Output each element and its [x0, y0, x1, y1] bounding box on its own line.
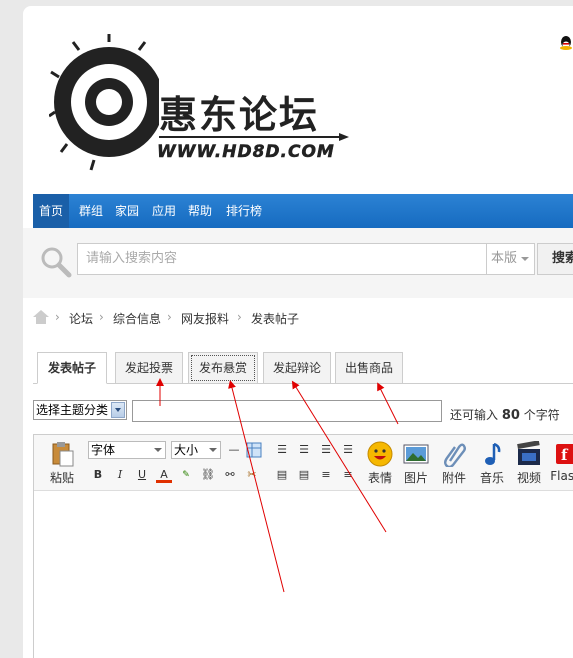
logo-name: 惠东论坛 — [159, 92, 320, 137]
breadcrumb-current: 发表帖子 — [251, 312, 300, 326]
paste-button[interactable]: 粘贴 — [44, 441, 80, 489]
horizontal-rule-icon[interactable]: — — [226, 442, 242, 458]
float-left-icon[interactable]: ▤ — [274, 467, 290, 483]
attachment-label: 附件 — [441, 471, 466, 485]
unordered-list-icon[interactable]: ≡ — [340, 467, 356, 483]
align-left-icon[interactable]: ☰ — [296, 442, 312, 458]
tab-post-reward[interactable]: 发布悬赏 — [188, 352, 258, 384]
thread-title-input[interactable] — [132, 400, 442, 422]
image-label: 图片 — [403, 471, 428, 485]
emoji-button[interactable]: 表情 — [362, 441, 398, 489]
search-bar: 请输入搜索内容 本版 搜索 — [23, 228, 573, 298]
nav-item-home[interactable]: 首页 — [33, 194, 70, 228]
font-size-select[interactable]: 大小 — [171, 441, 221, 459]
align-right-icon[interactable]: ☰ — [274, 442, 290, 458]
nav-item-groups[interactable]: 群组 — [79, 194, 103, 228]
logo-url: WWW.HD8D.COM — [157, 142, 335, 163]
clear-format-icon[interactable]: ✂ — [244, 467, 260, 483]
tab-post-thread[interactable]: 发表帖子 — [37, 352, 107, 384]
smiley-icon — [367, 441, 393, 467]
title-hint-suffix: 个字符 — [523, 408, 560, 422]
search-button[interactable]: 搜索 — [537, 243, 573, 275]
flash-icon: f — [556, 444, 573, 464]
image-button[interactable]: 图片 — [398, 441, 434, 489]
music-note-icon — [485, 442, 501, 465]
logo-emblem-icon — [48, 34, 164, 171]
post-editor: 粘贴 字体 大小 — ☰ ☰ ☰ ☰ B I U A ✎ ⛓ ⚯ ✂ ▤ ▤ ≡… — [33, 434, 573, 658]
ordered-list-icon[interactable]: ≡ — [318, 467, 334, 483]
music-button[interactable]: 音乐 — [474, 441, 510, 489]
float-right-icon[interactable]: ▤ — [296, 467, 312, 483]
search-input[interactable]: 请输入搜索内容 — [77, 243, 487, 275]
italic-icon[interactable]: I — [112, 467, 128, 483]
thread-type-select[interactable]: 选择主题分类 — [33, 400, 127, 420]
align-center-icon[interactable]: ☰ — [318, 442, 334, 458]
home-icon[interactable] — [33, 310, 49, 324]
music-label: 音乐 — [479, 471, 504, 485]
breadcrumb-separator: › — [55, 310, 60, 324]
breadcrumb-separator: › — [167, 310, 172, 324]
tab-start-poll[interactable]: 发起投票 — [115, 352, 183, 384]
clipboard-icon — [52, 442, 74, 467]
image-icon — [403, 444, 429, 464]
chevron-down-icon[interactable] — [111, 402, 125, 418]
link-icon[interactable]: ⛓ — [200, 467, 216, 483]
editor-toolbar: 粘贴 字体 大小 — ☰ ☰ ☰ ☰ B I U A ✎ ⛓ ⚯ ✂ ▤ ▤ ≡… — [34, 435, 573, 491]
nav-item-rankings[interactable]: 排行榜 — [226, 194, 262, 228]
breadcrumb-general-info[interactable]: 综合信息 — [113, 310, 161, 327]
align-justify-icon[interactable]: ☰ — [340, 442, 356, 458]
attachment-button[interactable]: 附件 — [436, 441, 472, 489]
breadcrumb-separator: › — [99, 310, 104, 324]
search-icon — [41, 247, 72, 278]
page-container: 惠东论坛 WWW.HD8D.COM 首页 群组 家园 应用 帮助 排行榜 请输入… — [23, 6, 573, 658]
title-hint-prefix: 还可输入 — [450, 408, 499, 422]
underline-icon[interactable]: U — [134, 467, 150, 483]
emoji-label: 表情 — [367, 471, 392, 485]
font-family-select[interactable]: 字体 — [88, 441, 166, 459]
qq-icon[interactable] — [559, 36, 573, 52]
nav-item-home-space[interactable]: 家园 — [115, 194, 139, 228]
video-label: 视频 — [516, 471, 541, 485]
main-nav: 首页 群组 家园 应用 帮助 排行榜 — [33, 194, 573, 228]
highlight-icon[interactable]: ✎ — [178, 467, 194, 483]
title-hint-count: 80 — [501, 408, 520, 423]
title-char-hint: 还可输入 80 个字符 — [450, 406, 560, 423]
tab-sell-item[interactable]: 出售商品 — [335, 352, 403, 384]
table-icon[interactable] — [246, 442, 262, 458]
logo-underline-arrow-icon — [159, 133, 349, 141]
search-scope-select[interactable]: 本版 — [487, 243, 535, 275]
text-color-icon[interactable]: A — [156, 467, 172, 483]
paste-label: 粘贴 — [49, 471, 74, 485]
breadcrumb-separator: › — [237, 310, 242, 324]
flash-label: Flash — [550, 469, 573, 483]
thread-type-selected: 选择主题分类 — [36, 403, 109, 417]
tab-start-debate[interactable]: 发起辩论 — [263, 352, 331, 384]
film-icon — [517, 441, 540, 465]
unlink-icon[interactable]: ⚯ — [222, 467, 238, 483]
paperclip-icon — [444, 443, 466, 467]
nav-item-help[interactable]: 帮助 — [188, 194, 212, 228]
bold-icon[interactable]: B — [90, 467, 106, 483]
breadcrumb-user-reports[interactable]: 网友报料 — [181, 310, 229, 327]
video-button[interactable]: 视频 — [511, 441, 547, 489]
nav-item-apps[interactable]: 应用 — [152, 194, 176, 228]
breadcrumb-forum[interactable]: 论坛 — [69, 310, 93, 327]
flash-button[interactable]: f Flash — [548, 441, 573, 489]
site-logo[interactable]: 惠东论坛 WWW.HD8D.COM — [48, 32, 349, 172]
